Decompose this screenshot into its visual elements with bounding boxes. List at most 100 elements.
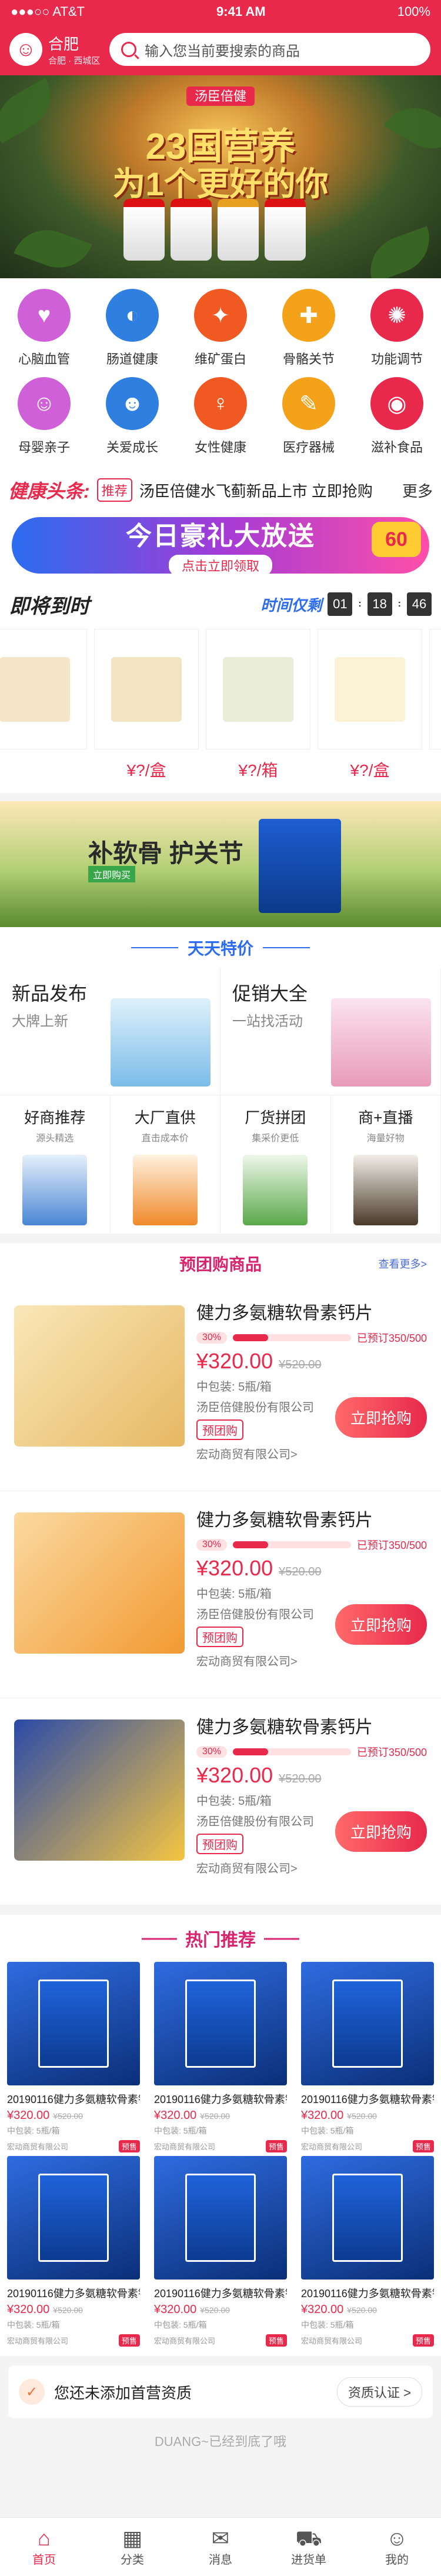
category-label: 医疗器械 bbox=[282, 440, 335, 455]
daily-deal-card[interactable]: 促销大全 一站找活动 bbox=[220, 968, 441, 1095]
progress-bar bbox=[233, 1541, 351, 1548]
tab-home[interactable]: ⌂ 首页 bbox=[0, 2518, 88, 2576]
sold-count: 已预订350/500 bbox=[356, 1539, 427, 1551]
location-selector[interactable]: ☺ 合肥 合肥 · 西城区 bbox=[9, 32, 109, 66]
category-item[interactable]: ♀ 女性健康 bbox=[176, 377, 265, 465]
flash-sale-item[interactable]: ¥?/箱 bbox=[206, 629, 310, 781]
bone-banner-button[interactable]: 立即购买 bbox=[88, 866, 136, 882]
progress-bar bbox=[233, 1334, 351, 1341]
hot-recommend-section: —— 热门推荐 —— 20190116健力多氨糖软骨素钙片¥320.00¥520… bbox=[0, 1915, 441, 2356]
category-item[interactable]: ✺ 功能调节 bbox=[353, 289, 441, 377]
product-price: ¥320.00 ¥520.00 bbox=[154, 2303, 287, 2317]
package-info: 中包装: 5瓶/箱 bbox=[301, 2126, 354, 2135]
promo-badge: 60 bbox=[372, 522, 421, 557]
presale-card[interactable]: 健力多氨糖软骨素钙片 30% 已预订350/500 ¥320.00 ¥520.00 中包装… bbox=[0, 1284, 441, 1491]
seller-row: 宏动商贸有限公司 预售 bbox=[154, 2334, 287, 2347]
product-name: 健力多氨糖软骨素钙片 bbox=[196, 1718, 373, 1737]
banner-subtitle: 为1个更好的你 bbox=[112, 165, 329, 202]
app-screen: ●●●○○ AT&T 9:41 AM 100% ☺ 合肥 合肥 · 西城区 输入… bbox=[0, 0, 441, 2576]
seller-link[interactable]: 宏动商贸有限公司> bbox=[196, 1652, 427, 1669]
product-name: 20190116健力多氨糖软骨素钙片 bbox=[301, 2288, 434, 2300]
banner-brand: 汤臣倍健 bbox=[0, 86, 441, 106]
buy-now-button[interactable]: 立即抢购 bbox=[335, 1604, 427, 1645]
flash-sale-section: 即将到时 时间仅剩 01 : 18 : 46 ¥?/盒 ¥?/箱 ¥?/盒 bbox=[0, 582, 441, 793]
daily-deals-title: 天天特价 bbox=[187, 939, 253, 958]
category-item[interactable]: ✦ 维矿蛋白 bbox=[176, 289, 265, 377]
product-image bbox=[7, 1962, 140, 2085]
category-item[interactable]: ✎ 医疗器械 bbox=[265, 377, 353, 465]
deal-title: 好商推荐 bbox=[24, 1109, 86, 1127]
flash-sale-item[interactable]: ¥?/盒 bbox=[318, 629, 422, 781]
hot-product-card[interactable]: 20190116健力多氨糖软骨素钙片 ¥320.00¥520.00 中包装: 5瓶/… bbox=[147, 2156, 294, 2350]
price-original: ¥520.00 bbox=[53, 2305, 83, 2315]
daily-deal-card[interactable]: 厂货拼团 集采价更低 bbox=[220, 1095, 331, 1234]
hot-product-card[interactable]: 20190116健力多氨糖软骨素钙片 ¥320.00¥520.00 中包装: 5瓶/… bbox=[0, 1962, 147, 2156]
price-current: ¥320.00 bbox=[301, 2303, 344, 2316]
flash-sale-item[interactable] bbox=[0, 629, 87, 781]
presale-badge: 预团购 bbox=[196, 1419, 243, 1440]
search-input[interactable]: 输入您当前要搜索的商品 bbox=[109, 33, 430, 66]
molecule-icon: ✺ bbox=[370, 289, 423, 342]
daily-deal-card[interactable]: 新品发布 大牌上新 bbox=[0, 968, 220, 1095]
seller-link[interactable]: 宏动商贸有限公司> bbox=[196, 1445, 427, 1462]
product-cans bbox=[123, 199, 306, 261]
deal-image bbox=[111, 998, 211, 1087]
user-avatar-icon[interactable]: ☺ bbox=[9, 33, 42, 66]
flash-sale-item[interactable] bbox=[429, 629, 441, 781]
presale-card[interactable]: 健力多氨糖软骨素钙片 30% 已预订350/500 ¥320.00 ¥520.00 中包装… bbox=[0, 1698, 441, 1905]
headline-text[interactable]: 汤臣倍健水飞蓟新品上市 立即抢购 bbox=[139, 479, 396, 501]
sold-count: 已预订350/500 bbox=[356, 1747, 427, 1758]
seller-link[interactable]: 宏动商贸有限公司> bbox=[196, 1859, 427, 1876]
presale-progress: 30% 已预订350/500 bbox=[196, 1744, 427, 1759]
presale-card[interactable]: 健力多氨糖软骨素钙片 30% 已预订350/500 ¥320.00 ¥520.00 中包装… bbox=[0, 1491, 441, 1698]
promo-banner[interactable]: 今日豪礼大放送 点击立即领取 bbox=[12, 517, 429, 576]
countdown-label: 时间仅剩 bbox=[260, 596, 322, 614]
tab-truck[interactable]: ⛟ 进货单 bbox=[265, 2518, 353, 2576]
tab-user[interactable]: ☺ 我的 bbox=[353, 2518, 441, 2576]
bone-banner-title: 补软骨 护关节 bbox=[88, 839, 243, 867]
promo-claim-button[interactable]: 点击立即领取 bbox=[168, 555, 272, 576]
deal-image bbox=[331, 998, 431, 1087]
package-info: 中包装: 5瓶/箱 bbox=[196, 1795, 272, 1808]
category-item[interactable]: ☻ 关爱成长 bbox=[88, 377, 176, 465]
category-item[interactable]: ◐ 肠道健康 bbox=[88, 289, 176, 377]
price-original: ¥520.00 bbox=[200, 2305, 230, 2315]
presale-more-link[interactable]: 查看更多> bbox=[378, 1256, 427, 1271]
price-original: ¥520.00 bbox=[200, 2111, 230, 2121]
health-headline-bar[interactable]: 健康头条: 推荐 汤臣倍健水飞蓟新品上市 立即抢购 更多 bbox=[0, 469, 441, 511]
headline-more-link[interactable]: 更多 bbox=[402, 479, 433, 501]
bone-banner[interactable]: 补软骨 护关节 立即购买 bbox=[0, 801, 441, 927]
buy-now-button[interactable]: 立即抢购 bbox=[335, 1397, 427, 1438]
daily-deal-card[interactable]: 好商推荐 源头精选 bbox=[0, 1095, 111, 1234]
product-image bbox=[206, 629, 310, 749]
category-label: 女性健康 bbox=[194, 440, 246, 455]
hot-product-card[interactable]: 20190116健力多氨糖软骨素钙片 ¥320.00¥520.00 中包装: 5瓶/… bbox=[147, 1962, 294, 2156]
product-price: ¥320.00 ¥520.00 bbox=[196, 1349, 427, 1374]
daily-deal-card[interactable]: 大厂直供 直击成本价 bbox=[111, 1095, 220, 1234]
countdown-minutes: 18 bbox=[367, 592, 392, 616]
hot-product-card[interactable]: 20190116健力多氨糖软骨素钙片 ¥320.00¥520.00 中包装: 5瓶/… bbox=[294, 2156, 441, 2350]
hot-product-card[interactable]: 20190116健力多氨糖软骨素钙片 ¥320.00¥520.00 中包装: 5瓶/… bbox=[0, 2156, 147, 2350]
tab-message[interactable]: ✉ 消息 bbox=[176, 2518, 265, 2576]
hero-banner[interactable]: 汤臣倍健 23国营养 为1个更好的你 bbox=[0, 75, 441, 278]
flash-sale-list[interactable]: ¥?/盒 ¥?/箱 ¥?/盒 bbox=[0, 621, 441, 793]
deal-title: 商+直播 bbox=[358, 1109, 413, 1127]
product-image bbox=[429, 629, 441, 749]
qualification-button[interactable]: 资质认证 > bbox=[337, 2377, 422, 2407]
seller-name: 宏动商贸有限公司 bbox=[154, 2142, 216, 2151]
tab-label: 进货单 bbox=[291, 2554, 326, 2567]
presale-progress: 30% 已预订350/500 bbox=[196, 1537, 427, 1552]
tab-category[interactable]: ▦ 分类 bbox=[88, 2518, 176, 2576]
category-item[interactable]: ☺ 母婴亲子 bbox=[0, 377, 88, 465]
category-item[interactable]: ✚ 骨骼关节 bbox=[265, 289, 353, 377]
category-item[interactable]: ♥ 心脑血管 bbox=[0, 289, 88, 377]
buy-now-button[interactable]: 立即抢购 bbox=[335, 1811, 427, 1852]
category-label: 滋补食品 bbox=[370, 440, 423, 455]
leaf-decoration bbox=[14, 220, 92, 278]
daily-deal-card[interactable]: 商+直播 海量好物 bbox=[331, 1095, 441, 1234]
flash-sale-item[interactable]: ¥?/盒 bbox=[94, 629, 199, 781]
category-item[interactable]: ◉ 滋补食品 bbox=[353, 377, 441, 465]
progress-tag: 30% bbox=[196, 1332, 228, 1344]
product-price: ¥320.00 ¥520.00 bbox=[301, 2303, 434, 2317]
hot-product-card[interactable]: 20190116健力多氨糖软骨素钙片 ¥320.00¥520.00 中包装: 5瓶/… bbox=[294, 1962, 441, 2156]
